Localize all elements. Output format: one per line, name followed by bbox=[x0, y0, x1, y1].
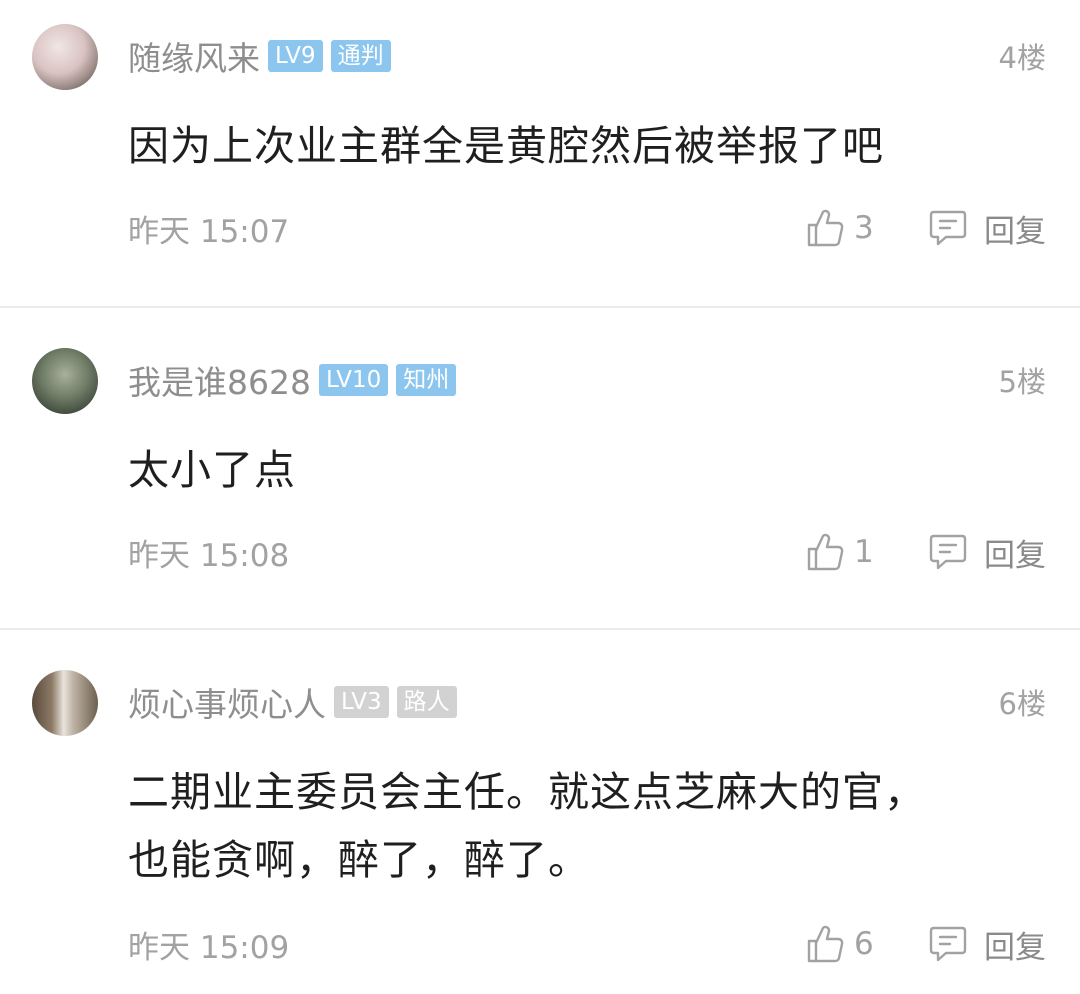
username[interactable]: 烦心事烦心人 bbox=[128, 678, 326, 726]
reply-button[interactable]: 回复 bbox=[928, 530, 1046, 575]
like-count: 6 bbox=[854, 926, 874, 962]
reply-bubble-icon bbox=[928, 208, 968, 248]
comment-time: 昨天 15:07 bbox=[128, 213, 290, 250]
avatar[interactable] bbox=[32, 348, 98, 414]
reply-bubble-icon bbox=[928, 924, 968, 964]
comment-header: 烦心事烦心人 LV3 路人 6楼 bbox=[128, 672, 1046, 732]
comment-time: 昨天 15:09 bbox=[128, 929, 290, 966]
comment-text: 二期业主委员会主任。就这点芝麻大的官， 也能贪啊，醉了，醉了。 bbox=[128, 758, 1020, 894]
comment-text: 太小了点 bbox=[128, 446, 296, 494]
comment-list: 随缘风来 LV9 通判 4楼 因为上次业主群全是黄腔然后被举报了吧 昨天 15:… bbox=[0, 0, 1080, 992]
level-badge: LV9 bbox=[268, 40, 323, 72]
title-badge: 知州 bbox=[396, 364, 457, 396]
floor-number: 4楼 bbox=[998, 41, 1046, 75]
reply-button[interactable]: 回复 bbox=[928, 922, 1046, 967]
comment-meta: 昨天 15:08 1 回复 bbox=[128, 524, 1046, 580]
reply-label: 回复 bbox=[984, 213, 1046, 250]
reply-button[interactable]: 回复 bbox=[928, 206, 1046, 251]
comment-item: 烦心事烦心人 LV3 路人 6楼 二期业主委员会主任。就这点芝麻大的官， 也能贪… bbox=[0, 628, 1080, 994]
like-button[interactable]: 1 bbox=[806, 532, 874, 572]
avatar[interactable] bbox=[32, 24, 98, 90]
like-button[interactable]: 3 bbox=[806, 208, 874, 248]
comment-time: 昨天 15:08 bbox=[128, 537, 290, 574]
reply-bubble-icon bbox=[928, 532, 968, 572]
comment-header: 我是谁8628 LV10 知州 5楼 bbox=[128, 350, 1046, 410]
floor-number: 5楼 bbox=[998, 365, 1046, 399]
comment-text-line: 也能贪啊，醉了，醉了。 bbox=[128, 836, 590, 884]
thumbs-up-icon bbox=[806, 208, 844, 248]
comment-text: 因为上次业主群全是黄腔然后被举报了吧 bbox=[128, 122, 884, 170]
floor-number: 6楼 bbox=[998, 687, 1046, 721]
comment-header: 随缘风来 LV9 通判 4楼 bbox=[128, 26, 1046, 86]
reply-label: 回复 bbox=[984, 537, 1046, 574]
comment-meta: 昨天 15:09 6 回复 bbox=[128, 916, 1046, 972]
username[interactable]: 我是谁8628 bbox=[128, 356, 311, 404]
thumbs-up-icon bbox=[806, 532, 844, 572]
like-count: 3 bbox=[854, 210, 874, 246]
comment-item: 我是谁8628 LV10 知州 5楼 太小了点 昨天 15:08 1 回复 bbox=[0, 306, 1080, 630]
level-badge: LV10 bbox=[318, 364, 389, 396]
avatar[interactable] bbox=[32, 670, 98, 736]
comment-item: 随缘风来 LV9 通判 4楼 因为上次业主群全是黄腔然后被举报了吧 昨天 15:… bbox=[0, 0, 1080, 306]
level-badge: LV3 bbox=[334, 686, 389, 718]
reply-label: 回复 bbox=[984, 929, 1046, 966]
thumbs-up-icon bbox=[806, 924, 844, 964]
comment-meta: 昨天 15:07 3 回复 bbox=[128, 200, 1046, 256]
comment-text-line: 二期业主委员会主任。就这点芝麻大的官， bbox=[128, 768, 926, 816]
like-button[interactable]: 6 bbox=[806, 924, 874, 964]
like-count: 1 bbox=[854, 534, 874, 570]
title-badge: 通判 bbox=[330, 40, 391, 72]
username[interactable]: 随缘风来 bbox=[128, 32, 260, 80]
title-badge: 路人 bbox=[396, 686, 457, 718]
